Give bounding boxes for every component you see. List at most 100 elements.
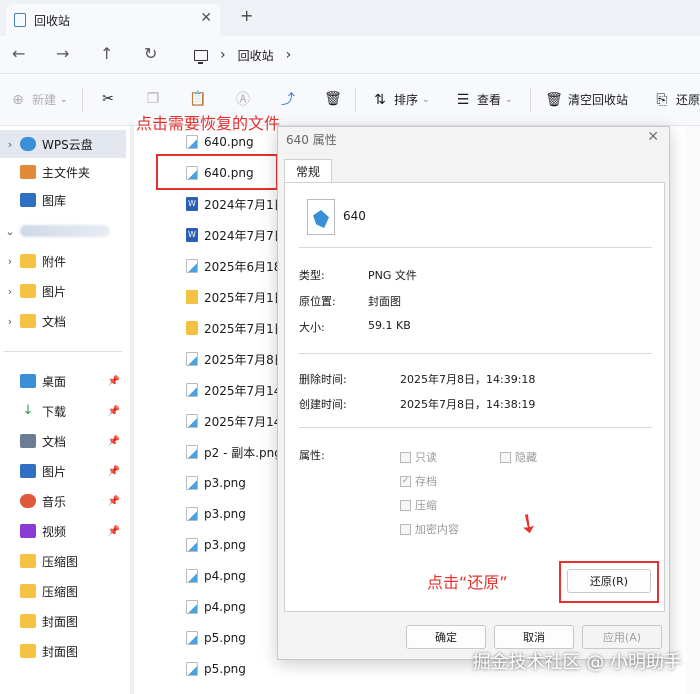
cut-button[interactable]: ✂ <box>100 91 122 107</box>
list-item[interactable]: 2025年7月1日 <box>186 287 286 307</box>
sidebar-item-videos[interactable]: 视频 📌 <box>0 517 126 545</box>
sort-button[interactable]: ⇅ 排序 ⌄ <box>372 91 429 108</box>
sidebar-item-documents-quick[interactable]: 文档 📌 <box>0 427 126 455</box>
hidden-checkbox[interactable]: 隐藏 <box>500 449 537 465</box>
sidebar-item-label: 桌面 <box>42 374 67 389</box>
delete-button[interactable]: 🗑 <box>324 91 347 107</box>
pin-icon[interactable]: 📌 <box>108 436 120 447</box>
sidebar-item-downloads[interactable]: ↓ 下载 📌 <box>0 397 126 425</box>
list-item[interactable]: p2 - 副本.png <box>186 442 282 462</box>
rename-button[interactable]: Ⓐ <box>235 91 257 108</box>
chevron-right-icon: › <box>220 47 226 63</box>
list-item[interactable]: p3.png <box>186 535 246 555</box>
sidebar-item-pictures[interactable]: › 图片 <box>0 277 126 305</box>
tab-recycle-bin[interactable]: 回收站 ✕ <box>6 4 220 36</box>
sidebar-item-label: 图片 <box>42 464 67 479</box>
restore-all-button[interactable]: ⎘ 还原 <box>654 91 700 108</box>
list-item[interactable]: p4.png <box>186 566 246 586</box>
pin-icon[interactable]: 📌 <box>108 406 120 417</box>
sidebar-item-home[interactable]: 主文件夹 <box>0 158 126 186</box>
pin-icon[interactable]: 📌 <box>108 376 120 387</box>
share-button[interactable]: ⤴ <box>280 91 302 108</box>
folder-icon <box>20 554 36 568</box>
home-icon <box>20 165 36 179</box>
refresh-icon[interactable]: ↻ <box>144 44 157 63</box>
chevron-right-icon[interactable]: › <box>0 138 20 151</box>
list-item[interactable]: 2025年7月1日 <box>186 318 286 338</box>
cloud-icon <box>20 137 36 151</box>
back-icon[interactable]: ← <box>12 44 25 63</box>
chevron-down-icon: ⌄ <box>505 94 513 105</box>
word-file-icon: W <box>186 228 198 242</box>
close-tab-icon[interactable]: ✕ <box>200 10 212 26</box>
sidebar-item-documents[interactable]: › 文档 <box>0 307 126 335</box>
file-list-scrollbar[interactable] <box>686 126 700 694</box>
encrypt-checkbox[interactable]: 加密内容 <box>400 521 459 537</box>
sidebar-item-user-folder[interactable]: ⌄ <box>0 217 126 245</box>
pin-icon[interactable]: 📌 <box>108 466 120 477</box>
list-item[interactable]: p4.png <box>186 597 246 617</box>
new-button[interactable]: ⊕ 新建 ⌄ <box>10 91 67 108</box>
sidebar-item-compressed-1[interactable]: 压缩图 <box>0 547 126 575</box>
restore-button[interactable]: 还原(R) <box>567 569 651 593</box>
forward-icon[interactable]: → <box>56 44 69 63</box>
list-item[interactable]: p3.png <box>186 504 246 524</box>
checkmark-icon: ✓ <box>400 475 411 487</box>
breadcrumb-recycle-bin[interactable]: 回收站 <box>238 47 274 64</box>
list-item[interactable]: W 2024年7月7日 <box>186 225 286 245</box>
close-icon[interactable]: ✕ <box>647 129 659 145</box>
chevron-right-icon[interactable]: › <box>0 285 20 298</box>
scissors-icon: ✂ <box>102 91 114 107</box>
recycle-bin-icon <box>14 13 26 27</box>
sidebar-item-music[interactable]: 音乐 📌 <box>0 487 126 515</box>
folder-icon <box>186 290 198 304</box>
list-item[interactable]: W 2024年7月1日 <box>186 194 286 214</box>
sidebar-item-gallery[interactable]: 图库 <box>0 186 126 214</box>
word-file-icon: W <box>186 197 198 211</box>
apply-button[interactable]: 应用(A) <box>582 625 662 649</box>
new-label: 新建 <box>32 93 57 107</box>
divider <box>299 247 652 248</box>
compress-checkbox[interactable]: 压缩 <box>400 497 437 513</box>
chevron-right-icon[interactable]: › <box>0 315 20 328</box>
annotation-click-file: 点击需要恢复的文件 <box>136 114 281 133</box>
sidebar-item-desktop[interactable]: 桌面 📌 <box>0 367 126 395</box>
list-item[interactable]: 2025年7月8日 <box>186 349 286 369</box>
archive-checkbox[interactable]: ✓ 存档 <box>400 473 437 489</box>
list-item[interactable]: p5.png <box>186 659 246 679</box>
sidebar-item-compressed-2[interactable]: 压缩图 <box>0 577 126 605</box>
list-item[interactable]: p5.png <box>186 628 246 648</box>
list-item[interactable]: p3.png <box>186 473 246 493</box>
paste-button[interactable]: 📋 <box>189 91 212 107</box>
command-toolbar: ⊕ 新建 ⌄ ✂ ❐ 📋 Ⓐ ⤴ 🗑 ⇅ 排序 ⌄ ☰ 查看 ⌄ 🗑 清空回收站… <box>0 74 700 126</box>
copy-button[interactable]: ❐ <box>145 91 167 107</box>
view-button[interactable]: ☰ 查看 ⌄ <box>455 91 513 108</box>
cancel-button[interactable]: 取消 <box>494 625 574 649</box>
sidebar-item-attachments[interactable]: › 附件 <box>0 247 126 275</box>
up-icon[interactable]: ↑ <box>100 44 113 63</box>
image-file-icon <box>186 476 198 490</box>
desktop-icon <box>20 374 36 388</box>
address-bar[interactable]: › 回收站 › <box>188 41 700 69</box>
restore-icon: ⎘ <box>656 91 668 108</box>
sidebar-item-label: 文档 <box>42 434 67 449</box>
ok-button[interactable]: 确定 <box>406 625 486 649</box>
sidebar-item-wps-cloud[interactable]: › WPS云盘 <box>0 130 126 158</box>
new-tab-button[interactable]: + <box>240 6 253 25</box>
readonly-checkbox[interactable]: 只读 <box>400 449 437 465</box>
chevron-down-icon[interactable]: ⌄ <box>0 225 20 238</box>
sidebar-item-pictures-quick[interactable]: 图片 📌 <box>0 457 126 485</box>
tab-general[interactable]: 常规 <box>284 159 332 183</box>
image-file-icon <box>307 199 335 235</box>
chevron-right-icon[interactable]: › <box>0 255 20 268</box>
document-icon <box>20 434 36 448</box>
image-file-icon <box>186 352 198 366</box>
sidebar-item-cover-2[interactable]: 封面图 <box>0 637 126 665</box>
list-item[interactable]: 640.png <box>186 132 254 152</box>
pin-icon[interactable]: 📌 <box>108 496 120 507</box>
empty-recycle-bin-button[interactable]: 🗑 清空回收站 <box>545 91 628 108</box>
gallery-icon <box>20 193 36 207</box>
pin-icon[interactable]: 📌 <box>108 526 120 537</box>
sidebar-item-cover-1[interactable]: 封面图 <box>0 607 126 635</box>
view-list-icon: ☰ <box>456 91 470 108</box>
